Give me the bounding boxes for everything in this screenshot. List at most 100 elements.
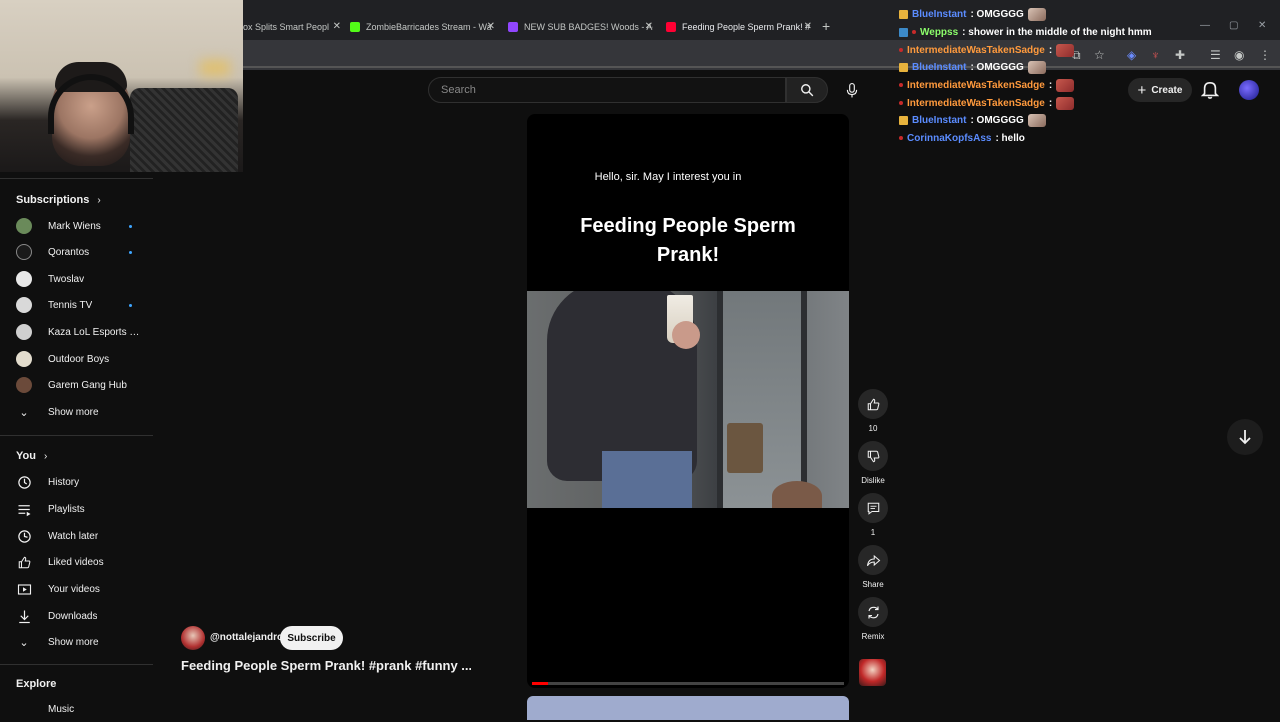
comments-button[interactable]: 1 <box>858 493 888 537</box>
search-button[interactable] <box>786 77 828 103</box>
chevron-right-icon: › <box>43 450 48 462</box>
sidebar-item-liked-videos[interactable]: Liked videos <box>0 549 153 575</box>
sidebar-item-label: Music <box>48 703 75 715</box>
tab-title: Feeding People Sperm Prank! # <box>682 22 811 32</box>
tab-close-icon[interactable]: ✕ <box>804 21 812 32</box>
you-heading-label: You <box>16 450 36 462</box>
comment-icon <box>867 502 879 515</box>
watch-later-icon <box>17 529 31 543</box>
sidebar-item-playlists[interactable]: Playlists <box>0 496 153 522</box>
search-input[interactable]: Search <box>428 77 786 103</box>
sidebar-item-history[interactable]: History <box>0 469 153 495</box>
sidebar-item-downloads[interactable]: Downloads <box>0 603 153 629</box>
overlay-title-line: Feeding People Sperm <box>580 215 796 237</box>
account-avatar[interactable] <box>1239 80 1259 100</box>
sidebar-item-tennis-tv[interactable]: Tennis TV <box>0 292 153 318</box>
dot-badge-icon <box>899 48 903 52</box>
minimize-icon[interactable]: — <box>1200 20 1210 31</box>
video-overlay-title: Feeding People Sperm Prank! <box>547 212 829 270</box>
sub-badge-icon <box>899 9 908 19</box>
tab-close-icon[interactable]: ✕ <box>645 21 653 32</box>
next-video-button[interactable] <box>1227 419 1263 455</box>
sidebar-item-label: Watch later <box>48 530 99 542</box>
extension-icon[interactable]: ♆ <box>1151 48 1160 62</box>
audio-source-thumbnail[interactable] <box>859 659 886 686</box>
shorts-player[interactable]: Hello, sir. May I interest you in Feedin… <box>527 114 849 688</box>
browser-tab[interactable]: ox Splits Smart Peopl ✕ <box>243 16 341 38</box>
next-short-preview[interactable] <box>527 696 849 720</box>
sub-badge-icon <box>899 27 908 37</box>
share-button[interactable]: Share <box>858 545 888 589</box>
extension-icon[interactable]: ◈ <box>1127 48 1136 62</box>
sidebar-item-qorantos[interactable]: Qorantos <box>0 239 153 265</box>
sidebar-item-music[interactable]: Music <box>0 696 153 722</box>
sidebar-item-label: Playlists <box>48 503 85 515</box>
subscribe-button[interactable]: Subscribe <box>280 626 343 650</box>
new-content-dot <box>129 303 132 307</box>
dislike-label: Dislike <box>861 476 885 485</box>
chat-message: BlueInstant : OMGGGG <box>899 6 1046 22</box>
progress-track[interactable] <box>532 682 844 685</box>
tab-close-icon[interactable]: ✕ <box>333 21 341 32</box>
video-caption: Hello, sir. May I interest you in <box>594 171 742 183</box>
voice-search-button[interactable] <box>838 77 866 103</box>
chat-username: Weppss <box>920 26 959 38</box>
chat-text: : shower in the middle of the night hmm <box>962 26 1152 38</box>
dislike-button[interactable]: Dislike <box>858 441 888 485</box>
browser-tab[interactable]: NEW SUB BADGES! Woods - Ac ✕ <box>508 16 653 38</box>
sidebar-item-label: Show more <box>48 406 99 418</box>
extensions-puzzle-icon[interactable]: ✚ <box>1175 48 1185 62</box>
menu-kebab-icon[interactable]: ⋮ <box>1259 48 1271 62</box>
streamer-webcam <box>0 0 243 172</box>
like-button[interactable]: 10 <box>858 389 888 433</box>
chat-text: : OMGGGG <box>970 8 1024 20</box>
chevron-right-icon: › <box>97 194 101 206</box>
chat-username: BlueInstant <box>912 114 967 126</box>
sidebar-item-garem-gang-hub[interactable]: Garem Gang Hub <box>0 372 153 398</box>
chat-text: : hello <box>995 132 1025 144</box>
maximize-icon[interactable]: ▢ <box>1229 20 1238 31</box>
person-jeans <box>602 451 692 508</box>
channel-name[interactable]: @nottalejandro <box>210 632 283 643</box>
chat-username: IntermediateWasTakenSadge <box>907 79 1045 91</box>
profile-icon[interactable]: ◉ <box>1234 48 1244 62</box>
sidebar-item-kaza-lol[interactable]: Kaza LoL Esports H... <box>0 319 153 345</box>
bookmark-star-icon[interactable]: ☆ <box>1094 48 1105 62</box>
show-more-subscriptions[interactable]: ⌄ Show more <box>0 399 153 425</box>
subscriptions-heading[interactable]: Subscriptions › <box>16 194 101 206</box>
remix-button[interactable]: Remix <box>858 597 888 641</box>
overlay-title-line: Prank! <box>656 244 720 266</box>
sidebar-item-twoslav[interactable]: Twoslav <box>0 266 153 292</box>
emote-icon <box>1027 113 1046 127</box>
sidebar-item-label: Garem Gang Hub <box>48 379 127 391</box>
window-close-icon[interactable]: ✕ <box>1258 20 1266 31</box>
sidebar-item-mark-wiens[interactable]: Mark Wiens <box>0 213 153 239</box>
browser-tab-active[interactable]: Feeding People Sperm Prank! # ✕ <box>666 16 812 38</box>
chat-message: BlueInstant : OMGGGG <box>899 112 1046 128</box>
liked-videos-icon <box>18 556 30 568</box>
sub-badge-icon <box>899 115 908 125</box>
comment-count: 1 <box>870 528 876 537</box>
sidebar-item-your-videos[interactable]: Your videos <box>0 576 153 602</box>
create-button[interactable]: + Create <box>1128 78 1192 102</box>
channel-avatar <box>16 271 32 287</box>
sidebar-item-outdoor-boys[interactable]: Outdoor Boys <box>0 346 153 372</box>
sidebar-item-label: Qorantos <box>48 246 90 258</box>
tab-title: NEW SUB BADGES! Woods - Ac <box>524 22 653 32</box>
you-heading[interactable]: You › <box>16 450 47 462</box>
reading-list-icon[interactable]: ☰ <box>1210 48 1221 62</box>
browser-tab[interactable]: ZombieBarricades Stream - Wa ✕ <box>350 16 495 38</box>
channel-avatar[interactable] <box>181 626 205 650</box>
sidebar-item-watch-later[interactable]: Watch later <box>0 523 153 549</box>
video-title[interactable]: Feeding People Sperm Prank! #prank #funn… <box>181 658 471 673</box>
mic-icon <box>846 82 858 97</box>
chat-text: : OMGGGG <box>970 114 1024 126</box>
notifications-button[interactable] <box>1200 80 1220 105</box>
tab-close-icon[interactable]: ✕ <box>487 21 495 32</box>
gaming-chair <box>130 88 238 172</box>
glass-door <box>717 291 807 508</box>
arrow-down-icon <box>1239 430 1251 445</box>
show-more-you[interactable]: ⌄ Show more <box>0 629 153 655</box>
channel-avatar <box>16 218 32 234</box>
new-tab-button[interactable]: + <box>822 18 830 34</box>
